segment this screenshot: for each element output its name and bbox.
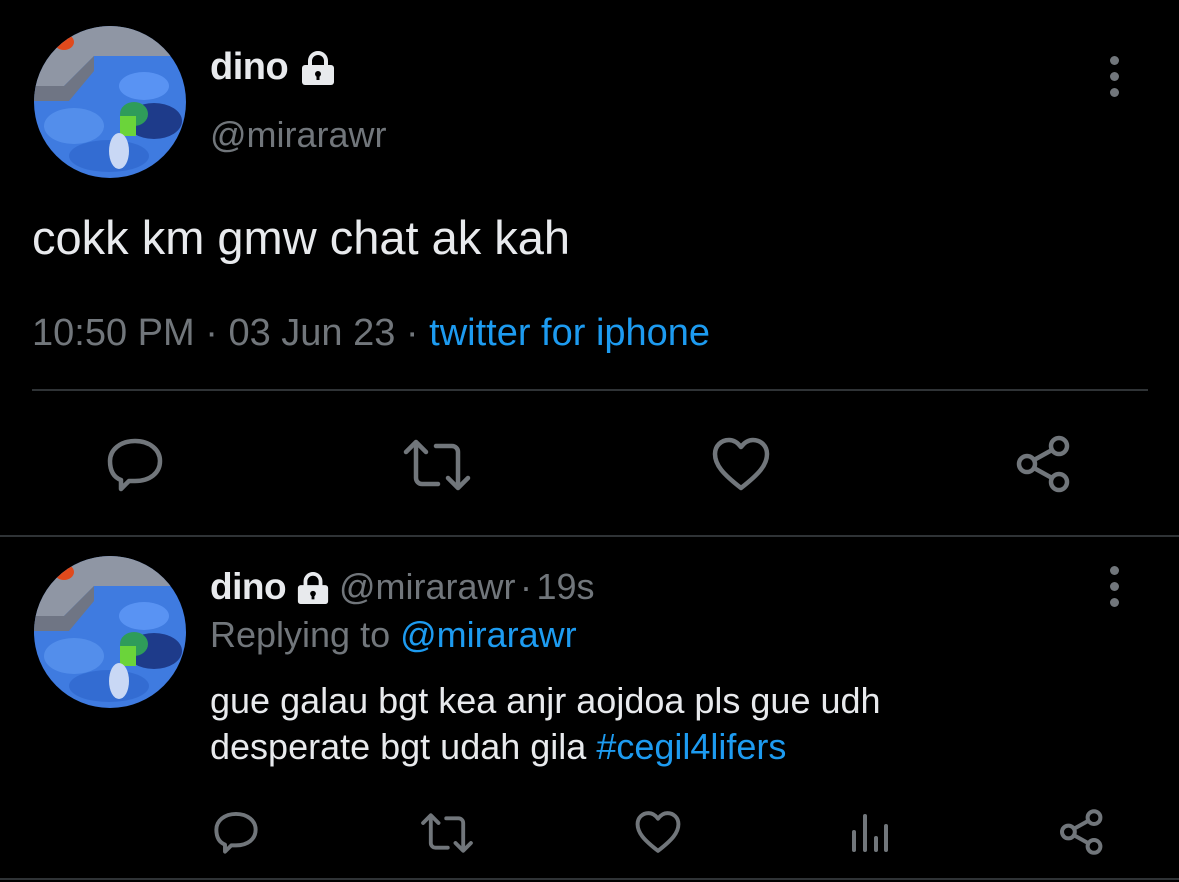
- section-divider: [0, 535, 1179, 537]
- tweet-time: 10:50 PM: [32, 312, 195, 354]
- retweet-button[interactable]: [420, 812, 474, 854]
- separator: ·: [520, 566, 532, 607]
- reply-button[interactable]: [212, 810, 260, 854]
- replying-to: Replying to @mirarawr: [210, 614, 577, 656]
- reply-text: gue galau bgt kea anjr aojdoa pls gue ud…: [210, 678, 881, 770]
- lock-icon: [295, 571, 331, 610]
- reply-icon: [214, 811, 258, 854]
- reply-button[interactable]: [105, 436, 165, 492]
- tweet-date: 03 Jun 23: [228, 312, 396, 354]
- retweet-button[interactable]: [402, 438, 472, 492]
- separator: ·: [205, 312, 218, 354]
- reply-text-line: gue galau bgt kea anjr aojdoa pls gue ud…: [210, 680, 881, 721]
- tweet-meta: 10:50 PM · 03 Jun 23 · twitter for iphon…: [32, 312, 710, 355]
- retweet-icon: [403, 439, 471, 491]
- like-button[interactable]: [634, 810, 682, 854]
- share-button[interactable]: [1014, 434, 1074, 494]
- retweet-icon: [421, 813, 473, 853]
- reply-text-line-2: desperate bgt udah gila #cegil4lifers: [210, 724, 881, 770]
- reply-header: dino @mirarawr · 19s: [210, 566, 595, 614]
- replying-to-label: Replying to: [210, 614, 391, 655]
- author-name[interactable]: dino: [210, 46, 289, 88]
- more-vertical-icon[interactable]: [1108, 56, 1120, 97]
- tweet-text: cokk km gmw chat ak kah: [32, 211, 571, 264]
- reply-age: 19s: [536, 566, 595, 607]
- reply-avatar[interactable]: [34, 556, 186, 708]
- avatar[interactable]: [34, 26, 186, 178]
- author-handle[interactable]: @mirarawr: [210, 114, 387, 156]
- views-icon: [852, 814, 888, 852]
- heart-icon: [712, 437, 770, 491]
- reply-text-line: desperate bgt udah gila: [210, 726, 587, 767]
- divider: [32, 389, 1148, 391]
- views-button[interactable]: [850, 810, 890, 854]
- separator: ·: [405, 312, 419, 354]
- reply-author-name[interactable]: dino: [210, 566, 287, 607]
- like-button[interactable]: [711, 436, 771, 492]
- hashtag-link[interactable]: #cegil4lifers: [596, 726, 786, 767]
- share-icon: [1060, 809, 1103, 855]
- more-vertical-icon[interactable]: [1108, 566, 1120, 607]
- tweet-source-link[interactable]: twitter for iphone: [429, 312, 710, 354]
- replying-to-handle[interactable]: @mirarawr: [400, 614, 577, 655]
- reply-icon: [107, 438, 163, 492]
- heart-icon: [635, 811, 681, 853]
- share-button[interactable]: [1058, 808, 1106, 856]
- bottom-divider: [0, 878, 1179, 880]
- lock-icon: [299, 50, 337, 91]
- share-icon: [1016, 435, 1070, 493]
- reply-author-handle[interactable]: @mirarawr: [339, 566, 516, 607]
